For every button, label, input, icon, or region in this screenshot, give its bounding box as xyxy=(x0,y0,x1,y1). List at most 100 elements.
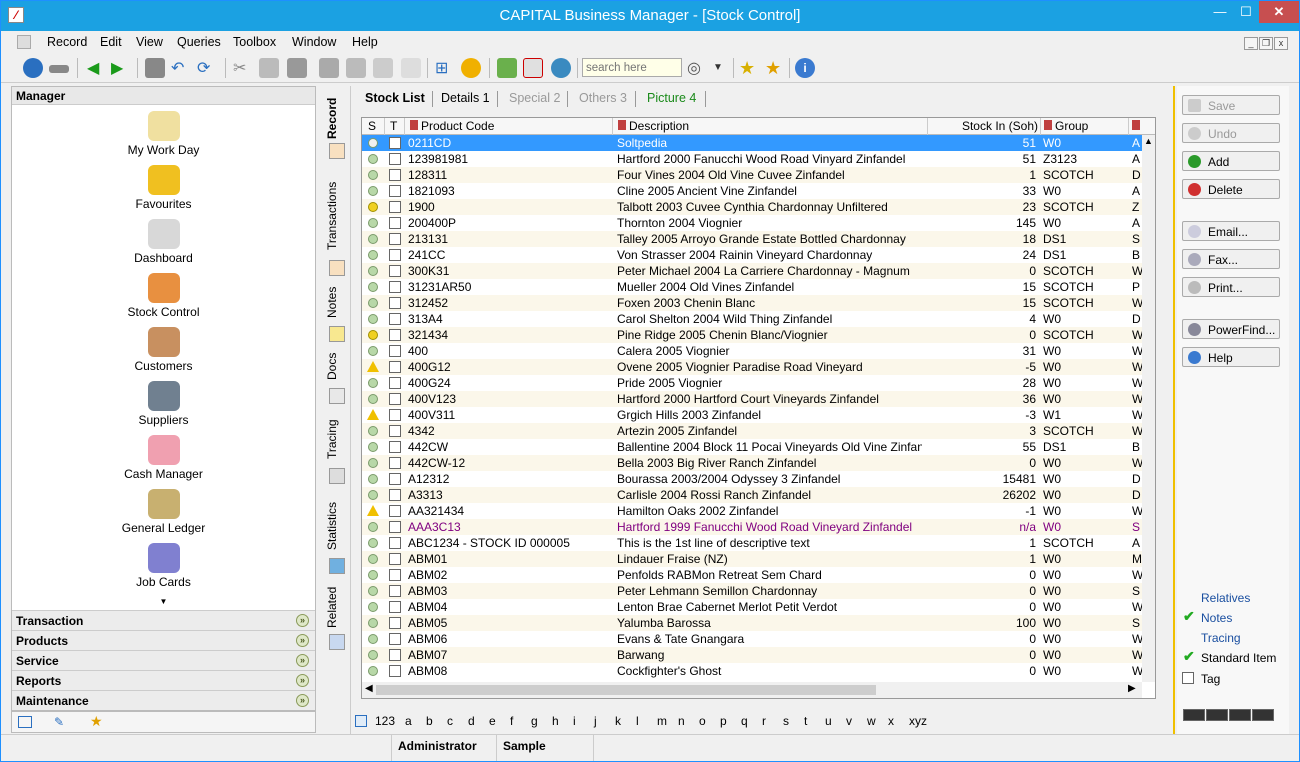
row-tag-checkbox[interactable] xyxy=(389,489,401,501)
table-row[interactable]: 1900 Talbott 2003 Cuvee Cynthia Chardonna… xyxy=(362,199,1142,215)
add-favourite-icon[interactable]: ★ xyxy=(739,58,759,78)
row-tag-checkbox[interactable] xyxy=(389,313,401,325)
table-row[interactable]: ABM06 Evans & Tate Gnangara 0 W0 W xyxy=(362,631,1142,647)
row-tag-checkbox[interactable] xyxy=(389,585,401,597)
close-button[interactable]: ✕ xyxy=(1259,1,1299,23)
alpha-filter-s[interactable]: s xyxy=(783,714,789,728)
tag-checkbox[interactable] xyxy=(1182,672,1194,684)
alpha-filter-u[interactable]: u xyxy=(825,714,832,728)
favourites-tab-icon[interactable]: ★ xyxy=(90,713,103,730)
vtab-notes[interactable]: Notes xyxy=(325,282,349,322)
table-row[interactable]: 123981981 Hartford 2000 Fanucchi Wood Roa… xyxy=(362,151,1142,167)
section-maintenance[interactable]: Maintenance» xyxy=(12,690,315,710)
alpha-filter-c[interactable]: c xyxy=(447,714,453,728)
row-tag-checkbox[interactable] xyxy=(389,201,401,213)
mdi-minimize-button[interactable]: _ xyxy=(1244,37,1258,50)
table-row[interactable]: ABM04 Lenton Brae Cabernet Merlot Petit V… xyxy=(362,599,1142,615)
scroll-thumb[interactable] xyxy=(376,685,876,695)
back-icon[interactable] xyxy=(23,58,43,78)
alpha-filter-r[interactable]: r xyxy=(762,714,766,728)
row-tag-checkbox[interactable] xyxy=(389,249,401,261)
alpha-filter-xyz[interactable]: xyz xyxy=(909,714,927,728)
manager-item-customers[interactable]: Customers xyxy=(12,327,315,373)
table-row[interactable]: 213131 Talley 2005 Arroyo Grande Estate B… xyxy=(362,231,1142,247)
calculator-icon[interactable] xyxy=(497,58,517,78)
tab-special[interactable]: Special 2 xyxy=(509,91,560,105)
minimize-button[interactable]: — xyxy=(1207,1,1233,23)
table-row[interactable]: ABM02 Penfolds RABMon Retreat Sem Chard 0 W… xyxy=(362,567,1142,583)
alpha-filter-j[interactable]: j xyxy=(594,714,597,728)
print-button[interactable]: Print... xyxy=(1182,277,1280,297)
row-tag-checkbox[interactable] xyxy=(389,425,401,437)
section-products[interactable]: Products» xyxy=(12,630,315,650)
powerfind-button[interactable]: PowerFind... xyxy=(1182,319,1280,339)
row-tag-checkbox[interactable] xyxy=(389,393,401,405)
table-row[interactable]: 300K31 Peter Michael 2004 La Carriere Cha… xyxy=(362,263,1142,279)
row-tag-checkbox[interactable] xyxy=(389,521,401,533)
row-tag-checkbox[interactable] xyxy=(389,137,401,149)
table-row[interactable]: 313A4 Carol Shelton 2004 Wild Thing Zinfa… xyxy=(362,311,1142,327)
row-tag-checkbox[interactable] xyxy=(389,409,401,421)
list-view-icon[interactable] xyxy=(18,716,32,728)
table-row[interactable]: 1821093 Cline 2005 Ancient Vine Zinfandel… xyxy=(362,183,1142,199)
scroll-right-icon[interactable]: ▶ xyxy=(1128,683,1136,694)
table-row[interactable]: 442CW Ballentine 2004 Block 11 Pocai Vine… xyxy=(362,439,1142,455)
tab-details[interactable]: Details 1 xyxy=(441,91,490,105)
row-tag-checkbox[interactable] xyxy=(389,153,401,165)
vtab-statistics[interactable]: Statistics xyxy=(325,496,349,556)
document-icon[interactable] xyxy=(17,35,31,49)
coin-icon[interactable] xyxy=(461,58,481,78)
row-tag-checkbox[interactable] xyxy=(389,473,401,485)
col-stock[interactable]: Stock In (Soh) xyxy=(937,119,1038,133)
table-row[interactable]: ABC1234 - STOCK ID 000005 This is the 1st… xyxy=(362,535,1142,551)
table-row[interactable]: A3313 Carlisle 2004 Rossi Ranch Zinfandel… xyxy=(362,487,1142,503)
manager-item-favourites[interactable]: Favourites xyxy=(12,165,315,211)
help-button[interactable]: Help xyxy=(1182,347,1280,367)
table-row[interactable]: 321434 Pine Ridge 2005 Chenin Blanc/Viogn… xyxy=(362,327,1142,343)
table-row[interactable]: AAA3C13 Hartford 1999 Fanucchi Wood Road … xyxy=(362,519,1142,535)
table-row[interactable]: 241CC Von Strasser 2004 Rainin Vineyard C… xyxy=(362,247,1142,263)
row-tag-checkbox[interactable] xyxy=(389,281,401,293)
alpha-filter-w[interactable]: w xyxy=(867,714,876,728)
table-row[interactable]: 312452 Foxen 2003 Chenin Blanc 15 SCOTCH W xyxy=(362,295,1142,311)
table-row[interactable]: 200400P Thornton 2004 Viognier 145 W0 A xyxy=(362,215,1142,231)
alpha-filter-p[interactable]: p xyxy=(720,714,727,728)
save-icon[interactable] xyxy=(145,58,165,78)
email-button[interactable]: Email... xyxy=(1182,221,1280,241)
row-tag-checkbox[interactable] xyxy=(389,665,401,677)
mdi-close-button[interactable]: x xyxy=(1274,37,1288,50)
menu-toolbox[interactable]: Toolbox xyxy=(233,35,276,49)
maximize-button[interactable]: ☐ xyxy=(1233,1,1259,23)
row-tag-checkbox[interactable] xyxy=(389,457,401,469)
alpha-filter-d[interactable]: d xyxy=(468,714,475,728)
row-tag-checkbox[interactable] xyxy=(389,361,401,373)
section-service[interactable]: Service» xyxy=(12,650,315,670)
alpha-filter-x[interactable]: x xyxy=(888,714,894,728)
row-tag-checkbox[interactable] xyxy=(389,505,401,517)
table-row[interactable]: 400V123 Hartford 2000 Hartford Court Vine… xyxy=(362,391,1142,407)
menu-window[interactable]: Window xyxy=(292,35,336,49)
print-icon[interactable] xyxy=(319,58,339,78)
col-group[interactable]: Group xyxy=(1044,119,1088,133)
menu-edit[interactable]: Edit xyxy=(100,35,122,49)
table-row[interactable]: 31231AR50 Mueller 2004 Old Vines Zinfande… xyxy=(362,279,1142,295)
menu-queries[interactable]: Queries xyxy=(177,35,221,49)
find-icon[interactable]: ◎ xyxy=(687,58,707,78)
table-row[interactable]: A12312 Bourassa 2003/2004 Odyssey 3 Zinfa… xyxy=(362,471,1142,487)
col-status[interactable]: S xyxy=(368,119,376,133)
table-row[interactable]: 400G24 Pride 2005 Viognier 28 W0 W xyxy=(362,375,1142,391)
last-record-button[interactable] xyxy=(1252,709,1274,721)
undo-button[interactable]: Undo xyxy=(1182,123,1280,143)
row-tag-checkbox[interactable] xyxy=(389,441,401,453)
standard-item-link[interactable]: Standard Item xyxy=(1201,651,1276,665)
col-description[interactable]: Description xyxy=(618,119,689,133)
next-icon[interactable]: ▶ xyxy=(111,58,131,78)
mdi-restore-button[interactable]: ❐ xyxy=(1259,37,1273,50)
next-record-button[interactable] xyxy=(1229,709,1251,721)
tracing-link[interactable]: Tracing xyxy=(1201,631,1241,645)
table-row[interactable]: ABM05 Yalumba Barossa 100 W0 S xyxy=(362,615,1142,631)
previous-icon[interactable]: ◀ xyxy=(87,58,107,78)
cut-icon[interactable]: ✂ xyxy=(233,58,253,78)
row-tag-checkbox[interactable] xyxy=(389,217,401,229)
tree-icon[interactable]: ⊞ xyxy=(435,58,455,78)
